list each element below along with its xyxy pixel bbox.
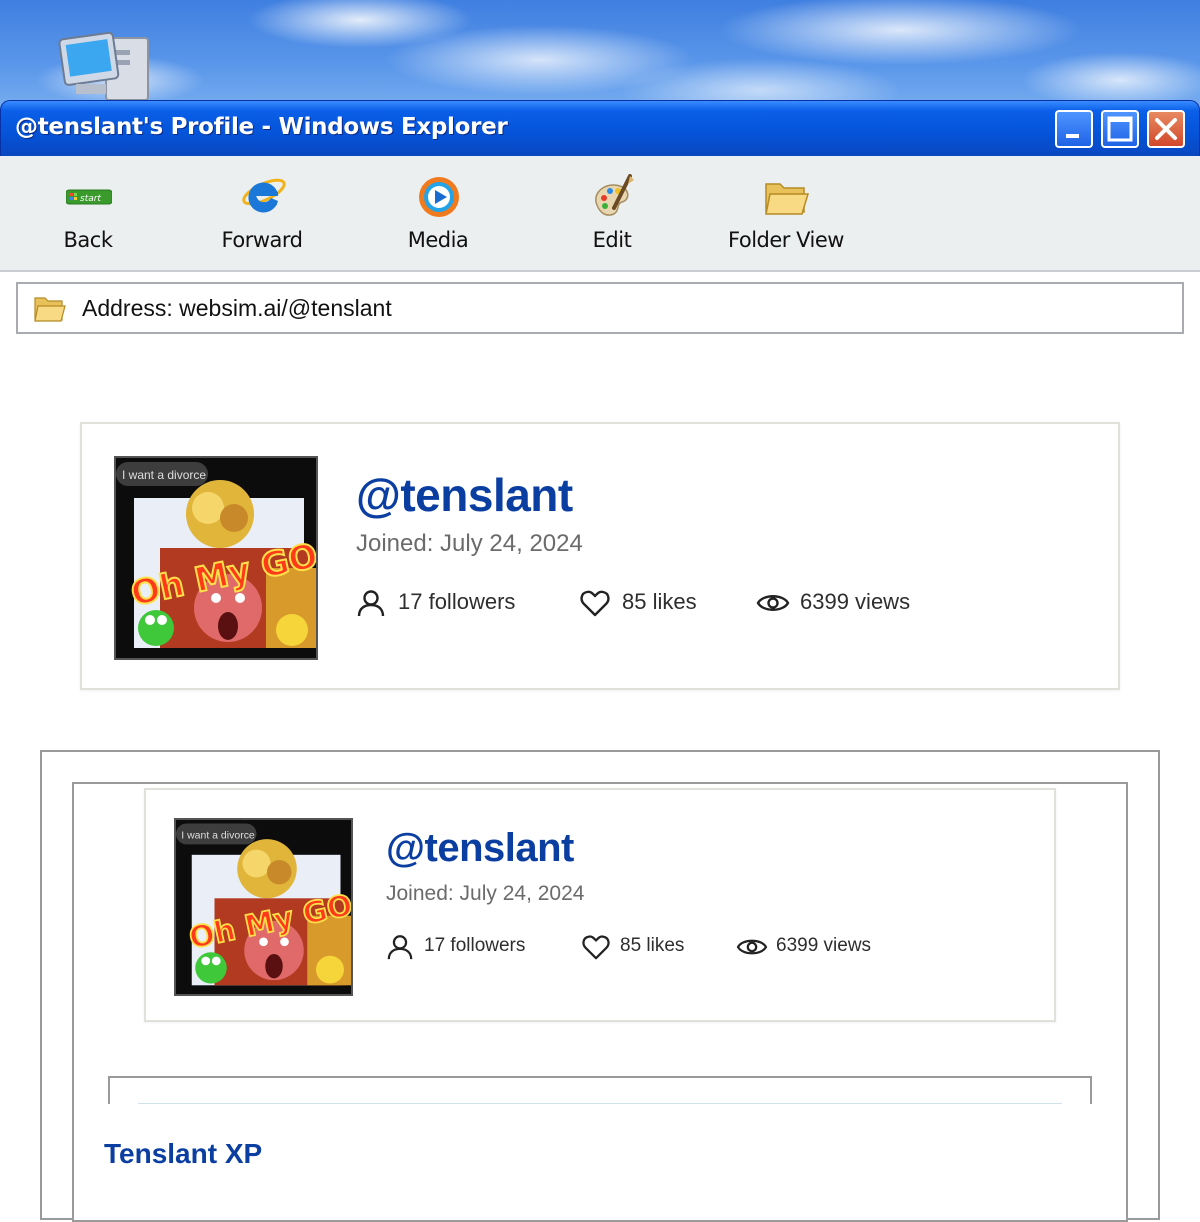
embedded-profile-card: I want a divorce Oh My GOD! @tenslant Jo… bbox=[144, 788, 1056, 1022]
my-computer-icon[interactable] bbox=[58, 30, 154, 104]
folder-icon bbox=[765, 183, 810, 215]
folder-view-button[interactable]: Folder View bbox=[716, 156, 856, 272]
profile-card: I want a divorce Oh My GOD! @tenslant Jo… bbox=[80, 422, 1120, 690]
avatar[interactable]: I want a divorce Oh My GOD! bbox=[114, 456, 318, 660]
edit-label: Edit bbox=[592, 228, 632, 252]
profile-joined-date: Joined: July 24, 2024 bbox=[356, 530, 583, 557]
likes-count: 85 likes bbox=[622, 589, 697, 614]
window-titlebar[interactable]: @tenslant's Profile - Windows Explorer bbox=[0, 100, 1200, 156]
views-count: 6399 views bbox=[800, 589, 911, 614]
edit-button[interactable]: Edit bbox=[542, 156, 682, 272]
user-icon bbox=[357, 590, 385, 617]
folder-icon bbox=[34, 297, 66, 322]
close-button[interactable] bbox=[1147, 110, 1185, 148]
profile-username[interactable]: @tenslant bbox=[356, 468, 573, 522]
folder-view-label: Folder View bbox=[728, 228, 844, 252]
back-label: Back bbox=[63, 228, 113, 252]
media-label: Media bbox=[407, 228, 469, 252]
embedded-avatar-image: I want a divorce Oh My GOD! bbox=[176, 820, 351, 994]
maximize-button[interactable] bbox=[1101, 110, 1139, 148]
embedded-avatar-caption: I want a divorce bbox=[181, 830, 255, 841]
window-title: @tenslant's Profile - Windows Explorer bbox=[15, 114, 508, 140]
embedded-avatar[interactable]: I want a divorce Oh My GOD! bbox=[174, 818, 353, 996]
media-player-icon bbox=[419, 177, 459, 217]
paint-palette-icon bbox=[595, 174, 634, 216]
avatar-image: I want a divorce Oh My GOD! bbox=[116, 458, 316, 658]
desktop-background bbox=[0, 0, 1200, 110]
address-text: Address: websim.ai/@tenslant bbox=[82, 295, 392, 321]
embedded-profile-username[interactable]: @tenslant bbox=[386, 826, 574, 871]
eye-icon bbox=[756, 595, 790, 611]
toolbar: start Back Forward Media Edit Folder Vie… bbox=[0, 156, 1200, 272]
section-title: Tenslant XP bbox=[104, 1138, 263, 1169]
nested-frame bbox=[108, 1076, 1092, 1104]
forward-label: Forward bbox=[221, 228, 303, 252]
eye-icon bbox=[736, 939, 768, 955]
media-button[interactable]: Media bbox=[368, 156, 508, 272]
maximize-icon bbox=[1107, 116, 1133, 142]
start-badge-text: start bbox=[80, 194, 101, 204]
embedded-likes-count: 85 likes bbox=[620, 935, 685, 956]
close-icon bbox=[1155, 118, 1177, 140]
start-button-icon: start bbox=[66, 189, 112, 205]
forward-button[interactable]: Forward bbox=[192, 156, 332, 272]
embedded-profile-joined-date: Joined: July 24, 2024 bbox=[386, 882, 585, 905]
divider bbox=[138, 1103, 1062, 1104]
heart-icon bbox=[580, 590, 610, 617]
minimize-icon bbox=[1066, 134, 1079, 138]
internet-explorer-icon bbox=[242, 178, 286, 213]
embedded-followers-count: 17 followers bbox=[424, 935, 526, 956]
back-button[interactable]: start Back bbox=[18, 156, 158, 272]
followers-count: 17 followers bbox=[398, 589, 516, 614]
minimize-button[interactable] bbox=[1055, 110, 1093, 148]
address-bar[interactable]: Address: websim.ai/@tenslant bbox=[16, 282, 1184, 334]
embedded-views-count: 6399 views bbox=[776, 935, 872, 956]
avatar-caption: I want a divorce bbox=[122, 468, 206, 482]
user-icon bbox=[387, 935, 413, 960]
heart-icon bbox=[582, 935, 610, 960]
